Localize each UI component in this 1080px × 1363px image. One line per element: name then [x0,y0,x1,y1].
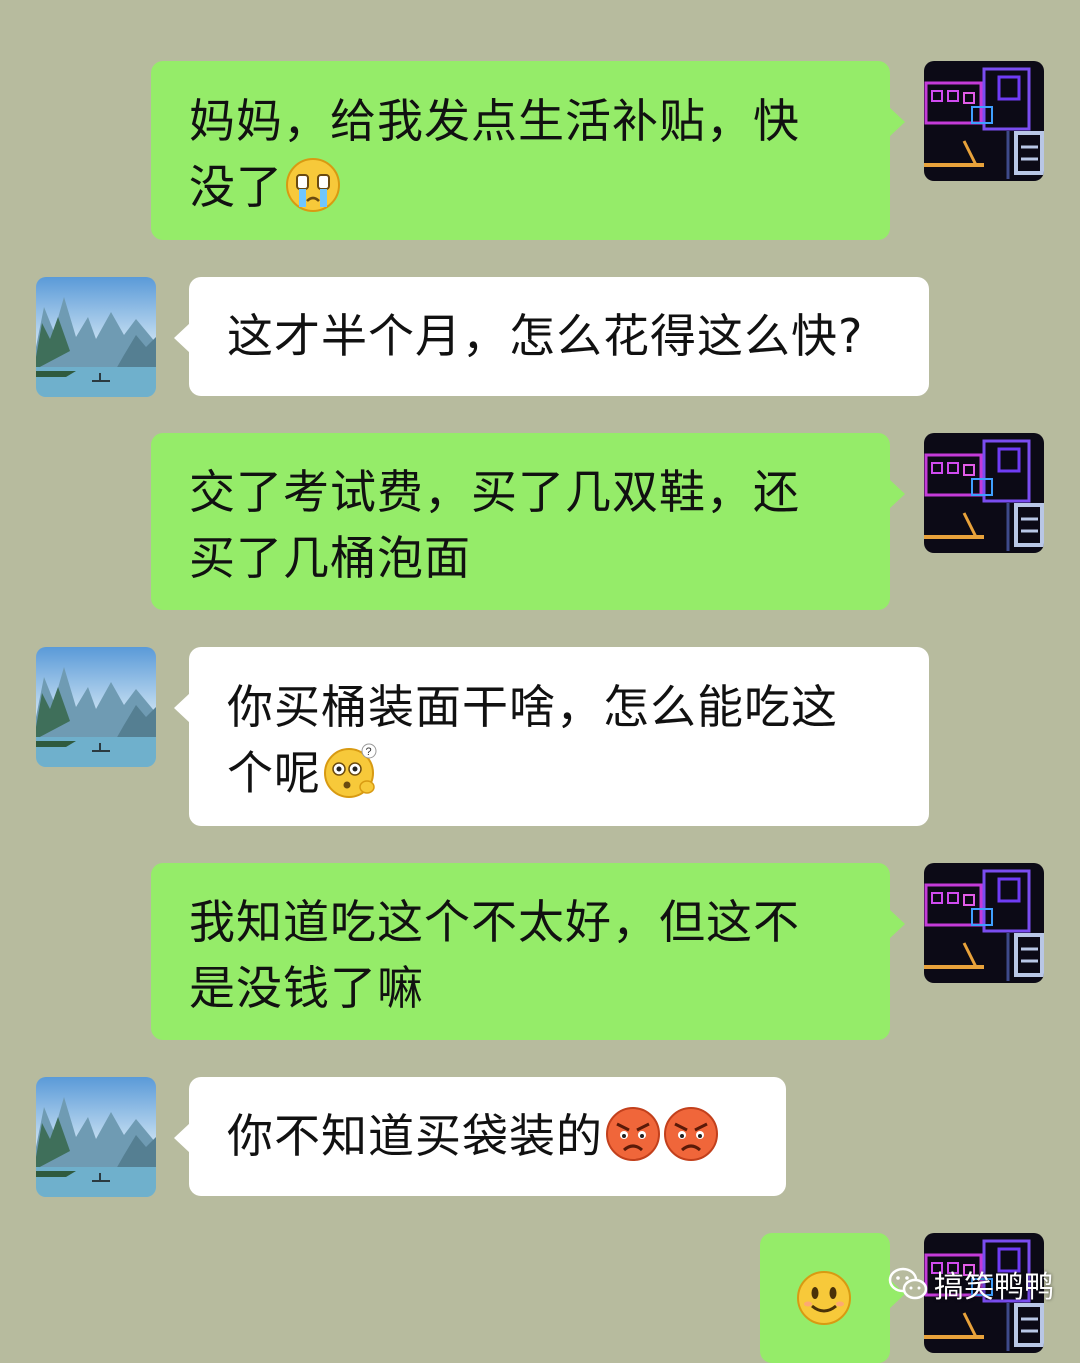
message-text-line: 买了几桶泡面 [189,531,471,585]
message-bubble-sent[interactable]: 我知道吃这个不太好，但这不 是没钱了嘛 [151,863,905,1040]
my-avatar[interactable] [924,61,1044,181]
message-bubble-sent[interactable]: 妈妈，给我发点生活补贴，快 没了 [151,61,905,240]
mom-avatar[interactable] [36,277,156,397]
message-bubble-received[interactable]: 你不知道买袋装的 [174,1077,786,1196]
watermark: 搞笑鸭鸭 [888,1262,1054,1306]
angry-face-icon [605,1106,661,1162]
smiling-face-icon [796,1270,852,1326]
angry-face-icon [663,1106,719,1162]
confused-face-icon [323,743,379,799]
message-text: 你不知道买袋装的 [227,1109,603,1163]
message-text-line: 妈妈，给我发点生活补贴，快 [189,94,800,148]
mom-avatar[interactable] [36,647,156,767]
watermark-text: 搞笑鸭鸭 [934,1270,1054,1305]
mom-avatar[interactable] [36,1077,156,1197]
message-text-line: 没了 [189,154,890,220]
my-avatar[interactable] [924,863,1044,983]
message-bubble-sent[interactable] [760,1233,905,1363]
message-text-line: 是没钱了嘛 [189,961,424,1015]
crying-face-icon [285,157,341,213]
message-text: 这才半个月，怎么花得这么快? [227,309,864,363]
wechat-icon [888,1267,928,1301]
message-text: 没了 [189,160,283,214]
message-text-line: 我知道吃这个不太好，但这不 [189,895,800,949]
message-bubble-received[interactable]: 这才半个月，怎么花得这么快? [174,277,929,396]
message-text-line: 你不知道买袋装的 [227,1103,786,1169]
my-avatar[interactable] [924,433,1044,553]
message-text-line: 个呢 [227,740,929,806]
message-text-line: 你买桶装面干啥，怎么能吃这 [227,680,838,734]
chat-area[interactable]: 妈妈，给我发点生活补贴，快 没了 这才半个月，怎么花得这么快? 交了考试费，买了… [0,0,1080,1363]
message-bubble-sent[interactable]: 交了考试费，买了几双鞋，还 买了几桶泡面 [151,433,905,610]
message-bubble-received[interactable]: 你买桶装面干啥，怎么能吃这 个呢 [174,647,929,826]
message-text: 个呢 [227,746,321,800]
message-text-line: 交了考试费，买了几双鞋，还 [189,465,800,519]
